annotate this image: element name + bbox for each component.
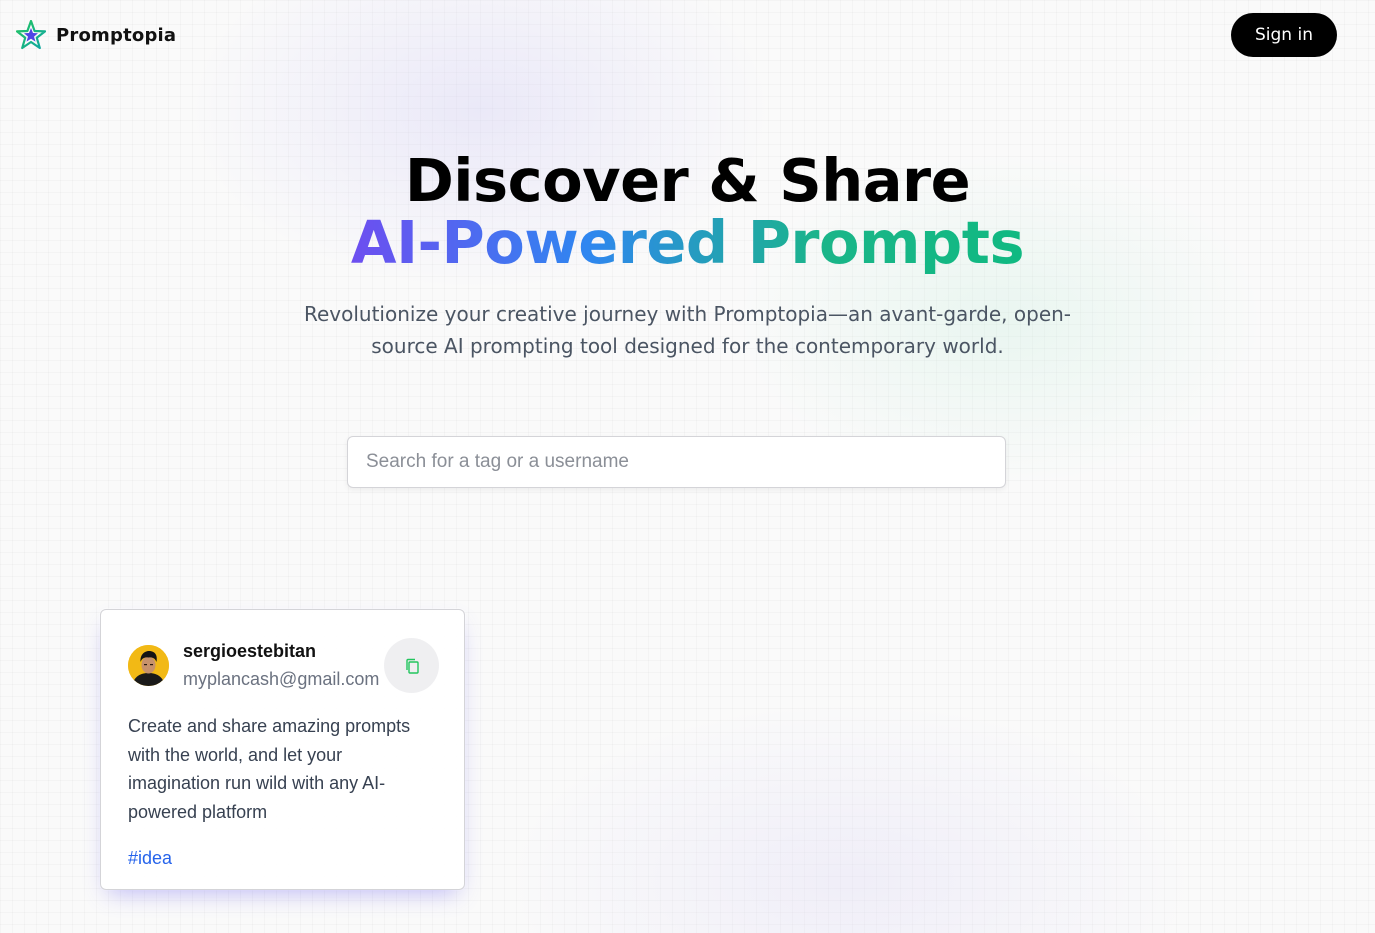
hero-description: Revolutionize your creative journey with… <box>0 298 1375 362</box>
user-avatar-image <box>128 645 169 686</box>
hero-description-line2: source AI prompting tool designed for th… <box>371 334 1004 358</box>
copy-button[interactable] <box>384 638 439 693</box>
hero-section: Discover & Share AI-Powered Prompts Revo… <box>0 150 1375 359</box>
sign-in-button[interactable]: Sign in <box>1231 13 1337 57</box>
brand-logo[interactable]: Promptopia <box>16 20 176 50</box>
prompt-tag[interactable]: #idea <box>128 848 172 869</box>
hero-description-line1: Revolutionize your creative journey with… <box>303 302 1072 326</box>
hero-title-gradient-line: AI-Powered Prompts <box>350 208 1025 277</box>
hero-title-line1: Discover & Share <box>404 146 971 215</box>
brand-name: Promptopia <box>56 24 177 46</box>
hero-title: Discover & Share AI-Powered Prompts <box>0 150 1375 274</box>
prompt-email: myplancash@gmail.com <box>183 669 380 689</box>
top-navbar: Promptopia Sign in <box>0 0 1375 72</box>
star-logo-icon <box>16 20 46 50</box>
prompt-username[interactable]: sergioestebitan <box>183 641 316 662</box>
avatar[interactable] <box>128 645 169 686</box>
prompt-card: sergioestebitan myplancash@gmail.com Cre… <box>100 609 465 890</box>
copy-icon <box>405 658 419 674</box>
prompt-text: Create and share amazing prompts with th… <box>128 716 411 822</box>
search-input[interactable] <box>347 436 1006 488</box>
